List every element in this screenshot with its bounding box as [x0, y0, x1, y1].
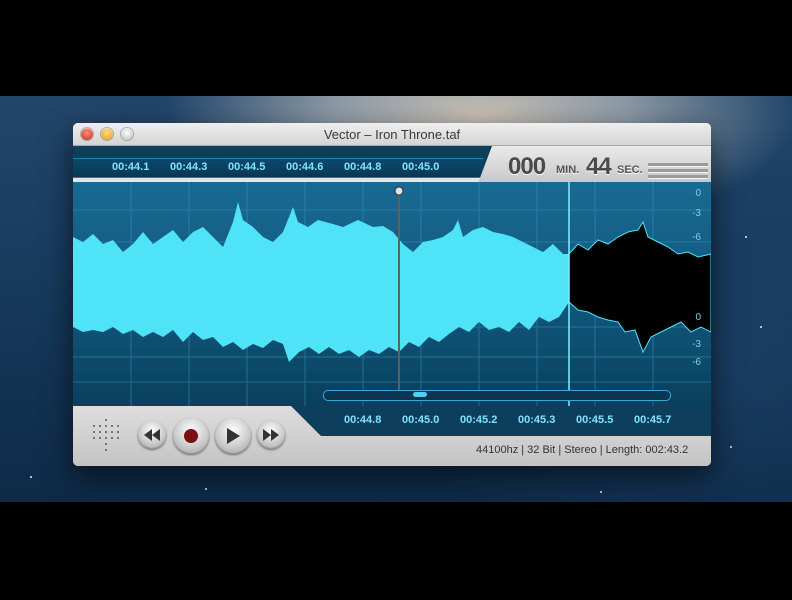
- speaker-grille-dot: [105, 437, 107, 439]
- db-scale-label: -3: [692, 208, 701, 219]
- speaker-grille-dot: [93, 437, 95, 439]
- speaker-grille-dot: [111, 425, 113, 427]
- rewind-icon: [144, 429, 160, 441]
- level-meter-bar: [648, 163, 708, 167]
- speaker-grille-dot: [111, 437, 113, 439]
- star: [730, 446, 732, 448]
- timeline-bottom-tick: 00:44.8: [344, 414, 382, 426]
- fast-forward-icon: [263, 429, 279, 441]
- fast-forward-button[interactable]: [257, 421, 285, 449]
- waveform-display[interactable]: 0 -3 -6 0 -3 -6: [73, 182, 711, 408]
- speaker-grille-dot: [117, 437, 119, 439]
- play-icon: [227, 428, 240, 444]
- timeline-bottom-tick: 00:45.5: [576, 414, 614, 426]
- speaker-grille-dot: [117, 425, 119, 427]
- speaker-grille-dot: [105, 419, 107, 421]
- speaker-grille-dot: [105, 425, 107, 427]
- waveform-canvas[interactable]: [73, 182, 711, 408]
- timeline-top-tick: 00:44.3: [170, 161, 208, 173]
- timeline-top-tick: 00:45.0: [402, 161, 440, 173]
- seconds-unit: SEC.: [617, 164, 643, 176]
- speaker-grille-dot: [105, 431, 107, 433]
- star: [600, 491, 602, 493]
- db-scale-label: -3: [692, 339, 701, 350]
- seconds-value: 44: [586, 153, 612, 180]
- rewind-button[interactable]: [138, 421, 166, 449]
- db-scale-label: -6: [692, 232, 701, 243]
- playhead-handle[interactable]: [394, 186, 404, 196]
- timeline-top-tick: 00:44.1: [112, 161, 150, 173]
- star: [205, 488, 207, 490]
- speaker-grille-dot: [117, 431, 119, 433]
- star: [760, 326, 762, 328]
- window-title: Vector – Iron Throne.taf: [323, 127, 461, 142]
- speaker-grille-dot: [105, 449, 107, 451]
- speaker-grille-dot: [99, 425, 101, 427]
- db-scale-label: -6: [692, 357, 701, 368]
- minutes-unit: MIN.: [556, 164, 580, 176]
- horizontal-scrollbar[interactable]: [323, 390, 671, 401]
- level-meter-bar: [648, 175, 708, 179]
- timeline-top-tick: 00:44.8: [344, 161, 382, 173]
- scrollbar-thumb[interactable]: [413, 392, 427, 397]
- waveform-played: [73, 202, 569, 362]
- speaker-grille-dot: [93, 425, 95, 427]
- speaker-grille-dot: [99, 431, 101, 433]
- app-window: Vector – Iron Throne.taf 00:44.1 00:44.3…: [73, 123, 711, 466]
- record-icon: [184, 429, 198, 443]
- speaker-grille-dot: [111, 431, 113, 433]
- speaker-grille-dot: [105, 443, 107, 445]
- minutes-value: 000: [508, 153, 546, 180]
- timeline-bottom-tick: 00:45.3: [518, 414, 556, 426]
- title-bar[interactable]: Vector – Iron Throne.taf: [73, 123, 711, 146]
- star: [745, 236, 747, 238]
- level-meter-bar: [648, 169, 708, 173]
- timeline-top-tick: 00:44.5: [228, 161, 266, 173]
- star: [30, 476, 32, 478]
- timeline-bottom-tick: 00:45.2: [460, 414, 498, 426]
- play-button[interactable]: [215, 418, 251, 454]
- speaker-grille-dot: [99, 437, 101, 439]
- speaker-grille-icon: [87, 419, 123, 455]
- speaker-grille-dot: [93, 431, 95, 433]
- audio-info-status: 44100hz | 32 Bit | Stereo | Length: 002:…: [476, 444, 689, 456]
- db-scale-label: 0: [695, 312, 701, 323]
- timeline-top-tick: 00:44.6: [286, 161, 324, 173]
- record-button[interactable]: [173, 418, 209, 454]
- db-scale-label: 0: [695, 188, 701, 199]
- timeline-bottom-tick: 00:45.0: [402, 414, 440, 426]
- timeline-bottom-tick: 00:45.7: [634, 414, 672, 426]
